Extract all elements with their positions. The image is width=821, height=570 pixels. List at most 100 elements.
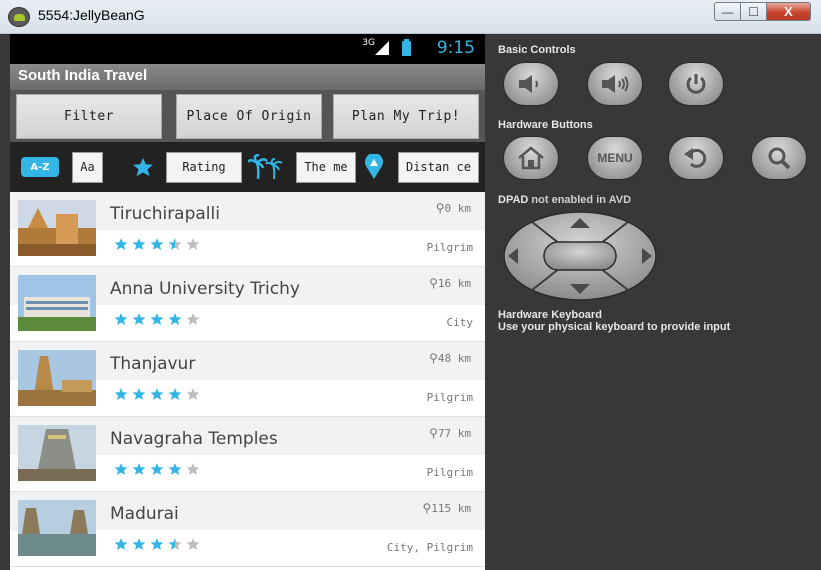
rating-star-icon: [114, 312, 128, 326]
place-list-item[interactable]: Thanjavur ⚲48 km Pilgrim: [10, 342, 485, 417]
home-icon: [518, 146, 544, 170]
rating-star-icon: [168, 387, 182, 401]
rating-star-icon: [150, 237, 164, 251]
az-sort-icon[interactable]: A-Z: [21, 157, 59, 177]
app-title: South India Travel: [18, 67, 148, 84]
rating-star-icon: [132, 312, 146, 326]
place-distance: ⚲0 km: [436, 201, 471, 215]
power-icon: [686, 74, 706, 94]
place-of-origin-button[interactable]: Place Of Origin: [176, 94, 322, 139]
place-rating: [114, 237, 200, 251]
window-controls: — ☐ X: [714, 2, 811, 21]
distance-pin-icon: ⚲: [422, 501, 432, 515]
basic-controls-label: Basic Controls: [498, 44, 576, 56]
distance-value: 115 km: [431, 502, 471, 515]
volume-down-icon: [519, 75, 538, 93]
place-distance: ⚲16 km: [429, 276, 471, 290]
volume-up-icon: [602, 75, 629, 93]
window-title: 5554:JellyBeanG: [38, 7, 145, 23]
rating-star-icon: [168, 537, 182, 551]
emulator-controls-panel: Basic Controls Hardware Buttons MENU DPA…: [485, 34, 821, 570]
location-pin-icon[interactable]: [364, 154, 384, 180]
place-category: Pilgrim: [426, 466, 473, 479]
status-bar: 3G 9:15: [10, 34, 485, 64]
place-category: City, Pilgrim: [386, 541, 473, 554]
place-list-item[interactable]: Tiruchirapalli ⚲0 km Pilgrim: [10, 192, 485, 267]
sort-rating-button[interactable]: Rating: [166, 152, 242, 183]
distance-pin-icon: ⚲: [429, 276, 438, 290]
place-name: Anna University Trichy: [110, 279, 300, 299]
search-button[interactable]: [751, 136, 807, 180]
distance-value: 77 km: [437, 427, 471, 440]
volume-up-button[interactable]: [587, 62, 643, 106]
rating-star-icon: [114, 387, 128, 401]
power-button[interactable]: [668, 62, 724, 106]
place-rating: [114, 312, 200, 326]
place-rating: [114, 537, 200, 551]
place-thumbnail: [18, 200, 96, 256]
rating-star-icon: [186, 462, 200, 476]
place-category: Pilgrim: [426, 241, 473, 254]
place-list-item[interactable]: Anna University Trichy ⚲16 km City: [10, 267, 485, 342]
dpad-status-label: DPAD not enabled in AVD: [498, 194, 631, 206]
volume-down-button[interactable]: [503, 62, 559, 106]
place-name: Navagraha Temples: [110, 429, 278, 449]
maximize-button[interactable]: ☐: [741, 2, 767, 21]
sort-theme-button[interactable]: The me: [296, 152, 356, 183]
keyboard-hint-text: Use your physical keyboard to provide in…: [498, 321, 731, 333]
rating-star-icon: [150, 387, 164, 401]
rating-star-icon: [150, 312, 164, 326]
close-button[interactable]: X: [767, 2, 811, 21]
filter-button[interactable]: Filter: [16, 94, 162, 139]
place-rating: [114, 387, 200, 401]
rating-star-icon: [150, 462, 164, 476]
place-thumbnail: [18, 275, 96, 331]
dpad-control[interactable]: [502, 210, 658, 302]
search-icon: [768, 147, 791, 170]
plan-my-trip-button[interactable]: Plan My Trip!: [333, 94, 479, 139]
place-list-item[interactable]: Madurai ⚲115 km City, Pilgrim: [10, 492, 485, 567]
rating-star-icon: [132, 387, 146, 401]
place-distance: ⚲77 km: [429, 426, 471, 440]
window-titlebar: 5554:JellyBeanG — ☐ X: [0, 0, 821, 34]
palm-tree-icon[interactable]: [248, 154, 284, 180]
place-thumbnail: [18, 500, 96, 556]
menu-button[interactable]: MENU: [587, 136, 643, 180]
rating-star-icon: [132, 237, 146, 251]
back-button[interactable]: [668, 136, 724, 180]
rating-star-icon: [186, 312, 200, 326]
place-name: Tiruchirapalli: [110, 204, 220, 224]
distance-pin-icon: ⚲: [435, 201, 445, 215]
place-rating: [114, 462, 200, 476]
place-thumbnail: [18, 350, 96, 406]
sort-distance-button[interactable]: Distan ce: [398, 152, 479, 183]
android-emulator-icon: [8, 7, 30, 27]
place-name: Madurai: [110, 504, 179, 524]
place-name: Thanjavur: [110, 354, 196, 374]
rating-star-icon: [132, 537, 146, 551]
rating-star-icon: [168, 462, 182, 476]
rating-star-icon: [186, 537, 200, 551]
rating-star-icon: [168, 312, 182, 326]
distance-value: 0 km: [444, 202, 472, 215]
distance-value: 16 km: [437, 277, 471, 290]
battery-icon: [402, 39, 411, 56]
place-distance: ⚲115 km: [422, 501, 471, 515]
action-bar: South India Travel: [10, 64, 485, 90]
sort-bar: A-Z Aa Rating The me Distan ce: [10, 142, 485, 192]
rating-star-icon: [150, 537, 164, 551]
minimize-button[interactable]: —: [714, 2, 741, 21]
distance-pin-icon: ⚲: [429, 426, 438, 440]
sort-alpha-button[interactable]: Aa: [72, 152, 103, 183]
star-icon[interactable]: [132, 157, 154, 177]
signal-icon: [375, 41, 389, 55]
place-category: City: [446, 316, 474, 329]
rating-star-icon: [114, 537, 128, 551]
place-list-item[interactable]: Navagraha Temples ⚲77 km Pilgrim: [10, 417, 485, 492]
distance-value: 48 km: [437, 352, 471, 365]
device-screen: 3G 9:15 South India Travel Filter Place …: [10, 34, 485, 570]
place-thumbnail: [18, 425, 96, 481]
home-button[interactable]: [503, 136, 559, 180]
clock: 9:15: [436, 38, 475, 58]
menu-label: MENU: [597, 151, 633, 165]
